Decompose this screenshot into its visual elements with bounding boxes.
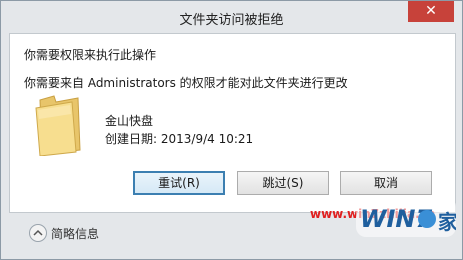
access-denied-dialog: 文件夹访问被拒绝 ✕ 你需要权限来执行此操作 你需要来自 Administrat… <box>0 0 463 260</box>
retry-button[interactable]: 重试(R) <box>133 171 225 195</box>
chevron-up-icon <box>33 229 43 236</box>
dialog-title: 文件夹访问被拒绝 <box>179 13 284 28</box>
close-button[interactable]: ✕ <box>408 1 454 22</box>
message-heading: 你需要权限来执行此操作 <box>24 48 157 62</box>
message-detail: 你需要来自 Administrators 的权限才能对此文件夹进行更改 <box>24 76 348 90</box>
folder-icon <box>35 95 81 156</box>
title-bar: 文件夹访问被拒绝 ✕ <box>1 1 462 33</box>
expand-details-button[interactable] <box>29 224 47 242</box>
details-label[interactable]: 简略信息 <box>51 225 99 242</box>
dialog-content: 你需要权限来执行此操作 你需要来自 Administrators 的权限才能对此… <box>9 33 456 221</box>
item-name: 金山快盘 <box>105 114 154 128</box>
svg-text:家: 家 <box>438 210 456 234</box>
skip-button[interactable]: 跳过(S) <box>237 171 329 195</box>
item-created-date: 创建日期: 2013/9/4 10:21 <box>105 132 254 146</box>
win7-logo-watermark: WIN7 家 <box>356 197 456 237</box>
